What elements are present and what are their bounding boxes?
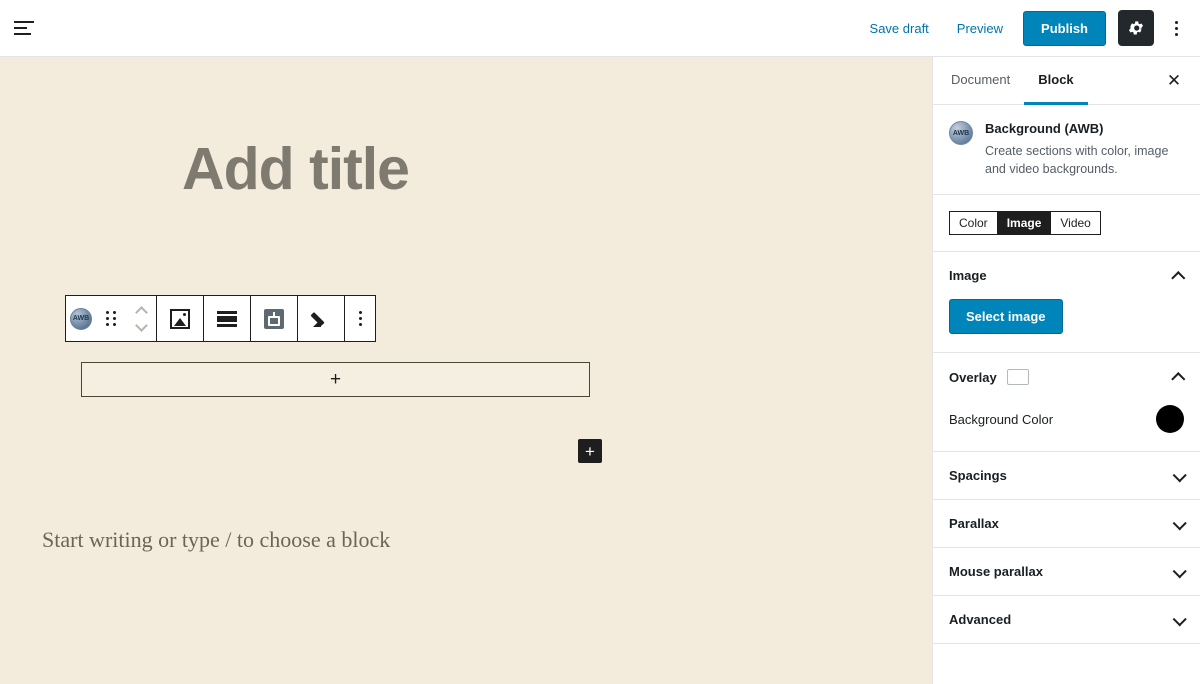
post-title-placeholder[interactable]: Add title [182,135,410,203]
awb-block-icon: AWB [949,121,973,145]
image-icon [170,308,190,329]
block-toolbar-group-align [204,296,251,341]
plus-icon: + [329,369,342,390]
chevron-down-icon [1172,611,1187,627]
background-color-label: Background Color [949,411,1054,427]
block-toolbar-group-type [157,296,204,341]
inner-block-appender[interactable]: + [81,362,590,397]
divider [933,643,1200,645]
accordion-label: Advanced [949,612,1012,628]
accordion-label: Spacings [949,468,1007,484]
accordion-mouse-parallax[interactable]: Mouse parallax [933,547,1200,595]
chevron-up-icon [1171,270,1186,285]
segment-image[interactable]: Image [997,212,1052,235]
pencil-icon [311,309,331,329]
tab-block[interactable]: Block [1024,57,1088,105]
accordion-spacings[interactable]: Spacings [933,451,1200,499]
awb-block-icon: AWB [70,307,92,330]
block-card-description: Create sections with color, image and vi… [985,144,1169,177]
more-options-button[interactable] [1160,10,1192,46]
toggle-sidebar-button[interactable] [6,10,42,46]
segment-video[interactable]: Video [1051,212,1100,235]
chevron-down-icon [1172,467,1187,483]
editor-canvas: Add title AWB + + Start writing or type … [0,57,932,684]
mover-icons [134,305,148,332]
image-panel: Image Select image [933,252,1200,352]
image-panel-title: Image [949,268,987,284]
select-image-button[interactable]: Select image [949,299,1063,335]
close-sidebar-button[interactable]: ✕ [1156,63,1192,99]
block-options-button[interactable] [345,296,375,341]
accordion-parallax[interactable]: Parallax [933,499,1200,547]
hamburger-icon [14,21,34,35]
accordion-advanced[interactable]: Advanced [933,595,1200,643]
background-color-row: Background Color [933,401,1200,451]
background-type-section: Color Image Video [933,195,1200,253]
background-type-segmented-control: Color Image Video [949,211,1101,236]
block-card: AWB Background (AWB) Create sections wit… [933,105,1200,196]
block-toolbar-group-edit [298,296,345,341]
top-bar-left [0,10,42,46]
full-width-align-icon [217,310,237,327]
block-toolbar-group-valign [251,296,298,341]
settings-toggle-button[interactable] [1118,10,1154,46]
change-block-type-button[interactable] [157,296,203,341]
paragraph-placeholder[interactable]: Start writing or type / to choose a bloc… [42,527,390,553]
settings-sidebar: Document Block ✕ AWB Background (AWB) Cr… [932,57,1200,684]
block-type-icon-button[interactable]: AWB [66,296,96,341]
chevron-down-icon [134,318,148,332]
editor-top-bar: Save draft Preview Publish [0,0,1200,57]
preview-button[interactable]: Preview [943,13,1017,44]
publish-button[interactable]: Publish [1023,10,1106,46]
block-card-title: Background (AWB) [985,121,1104,136]
vertical-align-center-icon [264,308,284,329]
image-panel-body: Select image [933,299,1200,352]
sidebar-tabs: Document Block ✕ [933,57,1200,105]
block-inserter-button[interactable]: + [578,439,602,463]
block-mover-buttons[interactable] [126,296,156,341]
background-color-swatch[interactable] [1156,405,1184,434]
vertical-alignment-button[interactable] [251,296,297,341]
change-alignment-button[interactable] [204,296,250,341]
chevron-down-icon [1172,515,1187,531]
chevron-down-icon [1172,563,1187,579]
drag-handle-button[interactable] [96,296,126,341]
tab-document[interactable]: Document [937,57,1024,105]
accordion-label: Parallax [949,516,999,532]
block-toolbar: AWB [65,295,376,342]
accordion-label: Mouse parallax [949,564,1043,580]
kebab-menu-icon [358,311,362,326]
top-bar-right: Save draft Preview Publish [856,10,1200,46]
block-toolbar-group-mover: AWB [66,296,157,341]
chevron-up-icon [1171,372,1186,387]
edit-block-button[interactable] [298,296,344,341]
image-panel-header[interactable]: Image [933,252,1200,299]
block-toolbar-group-options [345,296,375,341]
save-draft-button[interactable]: Save draft [856,13,943,44]
drag-handle-icon [106,311,116,326]
overlay-panel-title: Overlay [949,369,997,385]
kebab-menu-icon [1174,20,1178,36]
block-card-text: Background (AWB) Create sections with co… [985,121,1184,178]
segment-color[interactable]: Color [950,212,998,235]
gear-icon [1128,21,1144,35]
overlay-panel: Overlay Background Color [933,353,1200,451]
chevron-up-icon [134,305,148,319]
overlay-checkbox[interactable] [1006,369,1029,386]
plus-icon: + [585,441,595,461]
overlay-panel-header[interactable]: Overlay [933,353,1200,401]
